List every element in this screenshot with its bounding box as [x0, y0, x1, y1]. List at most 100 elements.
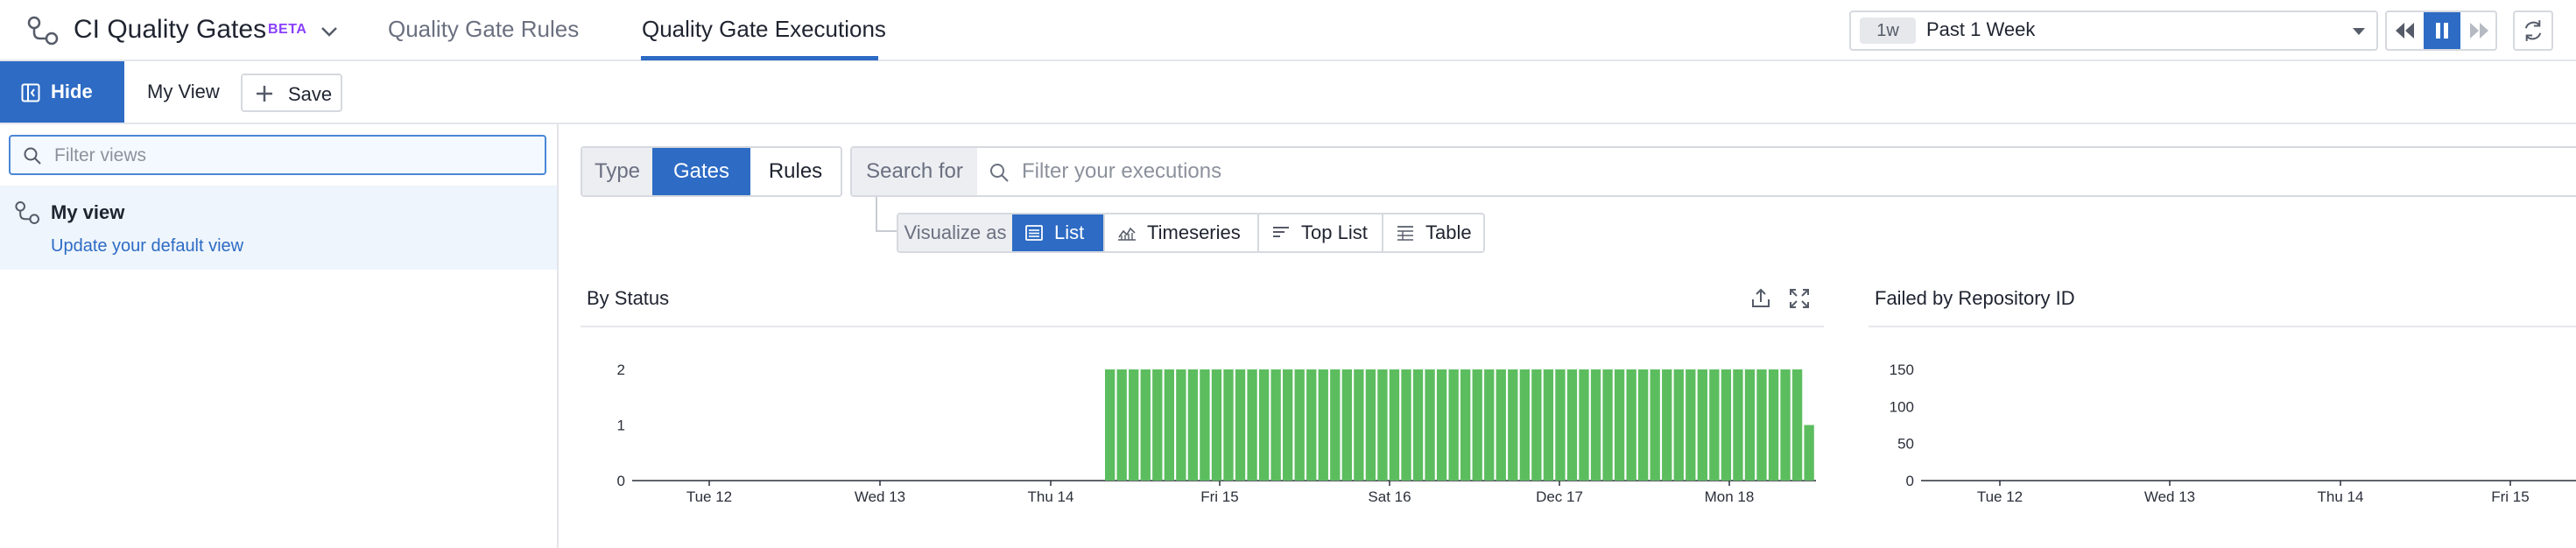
bar — [1484, 369, 1495, 481]
saved-view-item[interactable]: My view Update your default view — [0, 186, 557, 270]
search-for-label: Search for — [852, 148, 977, 195]
bar — [1235, 369, 1246, 481]
expand-icon[interactable] — [1788, 287, 1811, 310]
timeseries-icon — [1118, 227, 1136, 241]
bar — [1744, 369, 1756, 481]
bar — [1566, 369, 1578, 481]
save-button[interactable]: Save — [241, 74, 342, 112]
update-default-view-link[interactable]: Update your default view — [51, 236, 243, 256]
export-icon[interactable] — [1749, 287, 1772, 310]
list-icon — [1025, 225, 1043, 241]
bar — [1662, 369, 1672, 481]
active-tab-indicator — [641, 56, 878, 60]
bar — [1650, 369, 1660, 481]
quality-gates-icon — [15, 200, 39, 224]
bar — [1283, 369, 1293, 481]
viz-option-top-list[interactable]: Top List — [1257, 214, 1382, 251]
x-tick-label: Mon 18 — [1705, 488, 1755, 505]
playback-controls — [2385, 11, 2497, 51]
viz-option-table-label: Table — [1425, 221, 1472, 243]
bar — [1508, 369, 1518, 481]
hide-label: Hide — [51, 81, 93, 102]
viz-option-table[interactable]: Table — [1382, 214, 1483, 251]
time-range-selector[interactable]: 1w Past 1 Week — [1849, 11, 2378, 51]
x-tick-label: Dec 17 — [1536, 488, 1583, 505]
executions-search-input[interactable] — [1022, 157, 2510, 186]
bar — [1579, 369, 1589, 481]
save-label: Save — [288, 83, 333, 105]
sidebar-collapse-icon — [21, 83, 40, 102]
chevron-down-icon[interactable] — [317, 19, 341, 44]
bar — [1519, 369, 1530, 481]
y-tick-label: 0 — [617, 473, 625, 489]
bar — [1270, 369, 1281, 481]
y-tick-label: 150 — [1890, 362, 1914, 378]
type-label: Type — [582, 148, 652, 195]
viz-option-list[interactable]: List — [1012, 214, 1103, 251]
type-option-rules[interactable]: Rules — [750, 148, 841, 195]
by-status-title: By Status — [587, 287, 670, 309]
failed-by-repo-title: Failed by Repository ID — [1875, 287, 2075, 309]
time-range-chip: 1w — [1860, 18, 1916, 44]
bar — [1721, 369, 1732, 481]
rewind-icon[interactable] — [2387, 12, 2424, 49]
time-range-label: Past 1 Week — [1926, 18, 2036, 40]
x-tick-label: Thu 14 — [1028, 488, 1074, 505]
bar — [1105, 369, 1116, 481]
toplist-icon — [1273, 227, 1289, 237]
bar — [1590, 369, 1601, 481]
beta-badge: BETA — [268, 22, 307, 37]
bar — [1460, 369, 1471, 481]
y-tick-label: 1 — [617, 418, 625, 434]
filter-views-input[interactable] — [54, 142, 527, 170]
saved-views-panel: My view Update your default view — [0, 124, 559, 548]
quality-gates-icon — [27, 16, 59, 46]
type-option-gates[interactable]: Gates — [652, 148, 750, 195]
y-tick-label: 0 — [1906, 473, 1914, 489]
search-icon — [990, 164, 1009, 182]
tab-quality-gate-rules[interactable]: Quality Gate Rules — [388, 16, 579, 43]
hide-button[interactable]: Hide — [0, 61, 124, 123]
bar — [1555, 369, 1566, 481]
refresh-icon[interactable] — [2513, 11, 2553, 51]
viz-option-top-list-label: Top List — [1301, 221, 1368, 243]
bar — [1211, 369, 1222, 481]
plus-icon — [257, 86, 272, 102]
y-tick-label: 100 — [1890, 398, 1914, 415]
bar — [1294, 369, 1305, 481]
fast-forward-icon[interactable] — [2460, 12, 2497, 49]
y-tick-label: 2 — [617, 362, 625, 378]
bar — [1389, 369, 1400, 481]
bar — [1412, 369, 1424, 481]
bar — [1140, 369, 1151, 481]
type-selector: Type Gates Rules — [581, 146, 842, 197]
x-tick-label: Wed 13 — [2144, 488, 2195, 505]
bar — [1614, 369, 1625, 481]
viz-option-list-label: List — [1054, 221, 1085, 243]
bar — [1330, 369, 1341, 481]
pause-icon[interactable] — [2424, 12, 2460, 49]
top-bar: CI Quality Gates BETA Quality Gate Rules… — [0, 0, 2576, 61]
bar — [1780, 369, 1791, 481]
bar — [1354, 369, 1364, 481]
bar — [1164, 369, 1174, 481]
visualize-as-label: Visualize as — [898, 214, 1012, 251]
bar — [1341, 369, 1352, 481]
bar — [1129, 369, 1139, 481]
x-tick-label: Sat 16 — [1368, 488, 1411, 505]
bar — [1247, 369, 1257, 481]
saved-view-name: My view — [51, 201, 125, 223]
x-tick-label: Thu 14 — [2318, 488, 2364, 505]
bar — [1401, 369, 1411, 481]
views-bar: Hide My View Save — [0, 61, 2576, 124]
bar — [1756, 369, 1767, 481]
tab-quality-gate-executions[interactable]: Quality Gate Executions — [642, 16, 886, 43]
bar — [1791, 369, 1803, 481]
current-view-name[interactable]: My View — [147, 81, 220, 103]
bar — [1496, 369, 1506, 481]
viz-option-timeseries-label: Timeseries — [1147, 221, 1241, 243]
x-tick-label: Wed 13 — [855, 488, 905, 505]
search-bar: Search for — [850, 146, 2576, 197]
viz-option-timeseries[interactable]: Timeseries — [1103, 214, 1257, 251]
bar — [1531, 369, 1542, 481]
